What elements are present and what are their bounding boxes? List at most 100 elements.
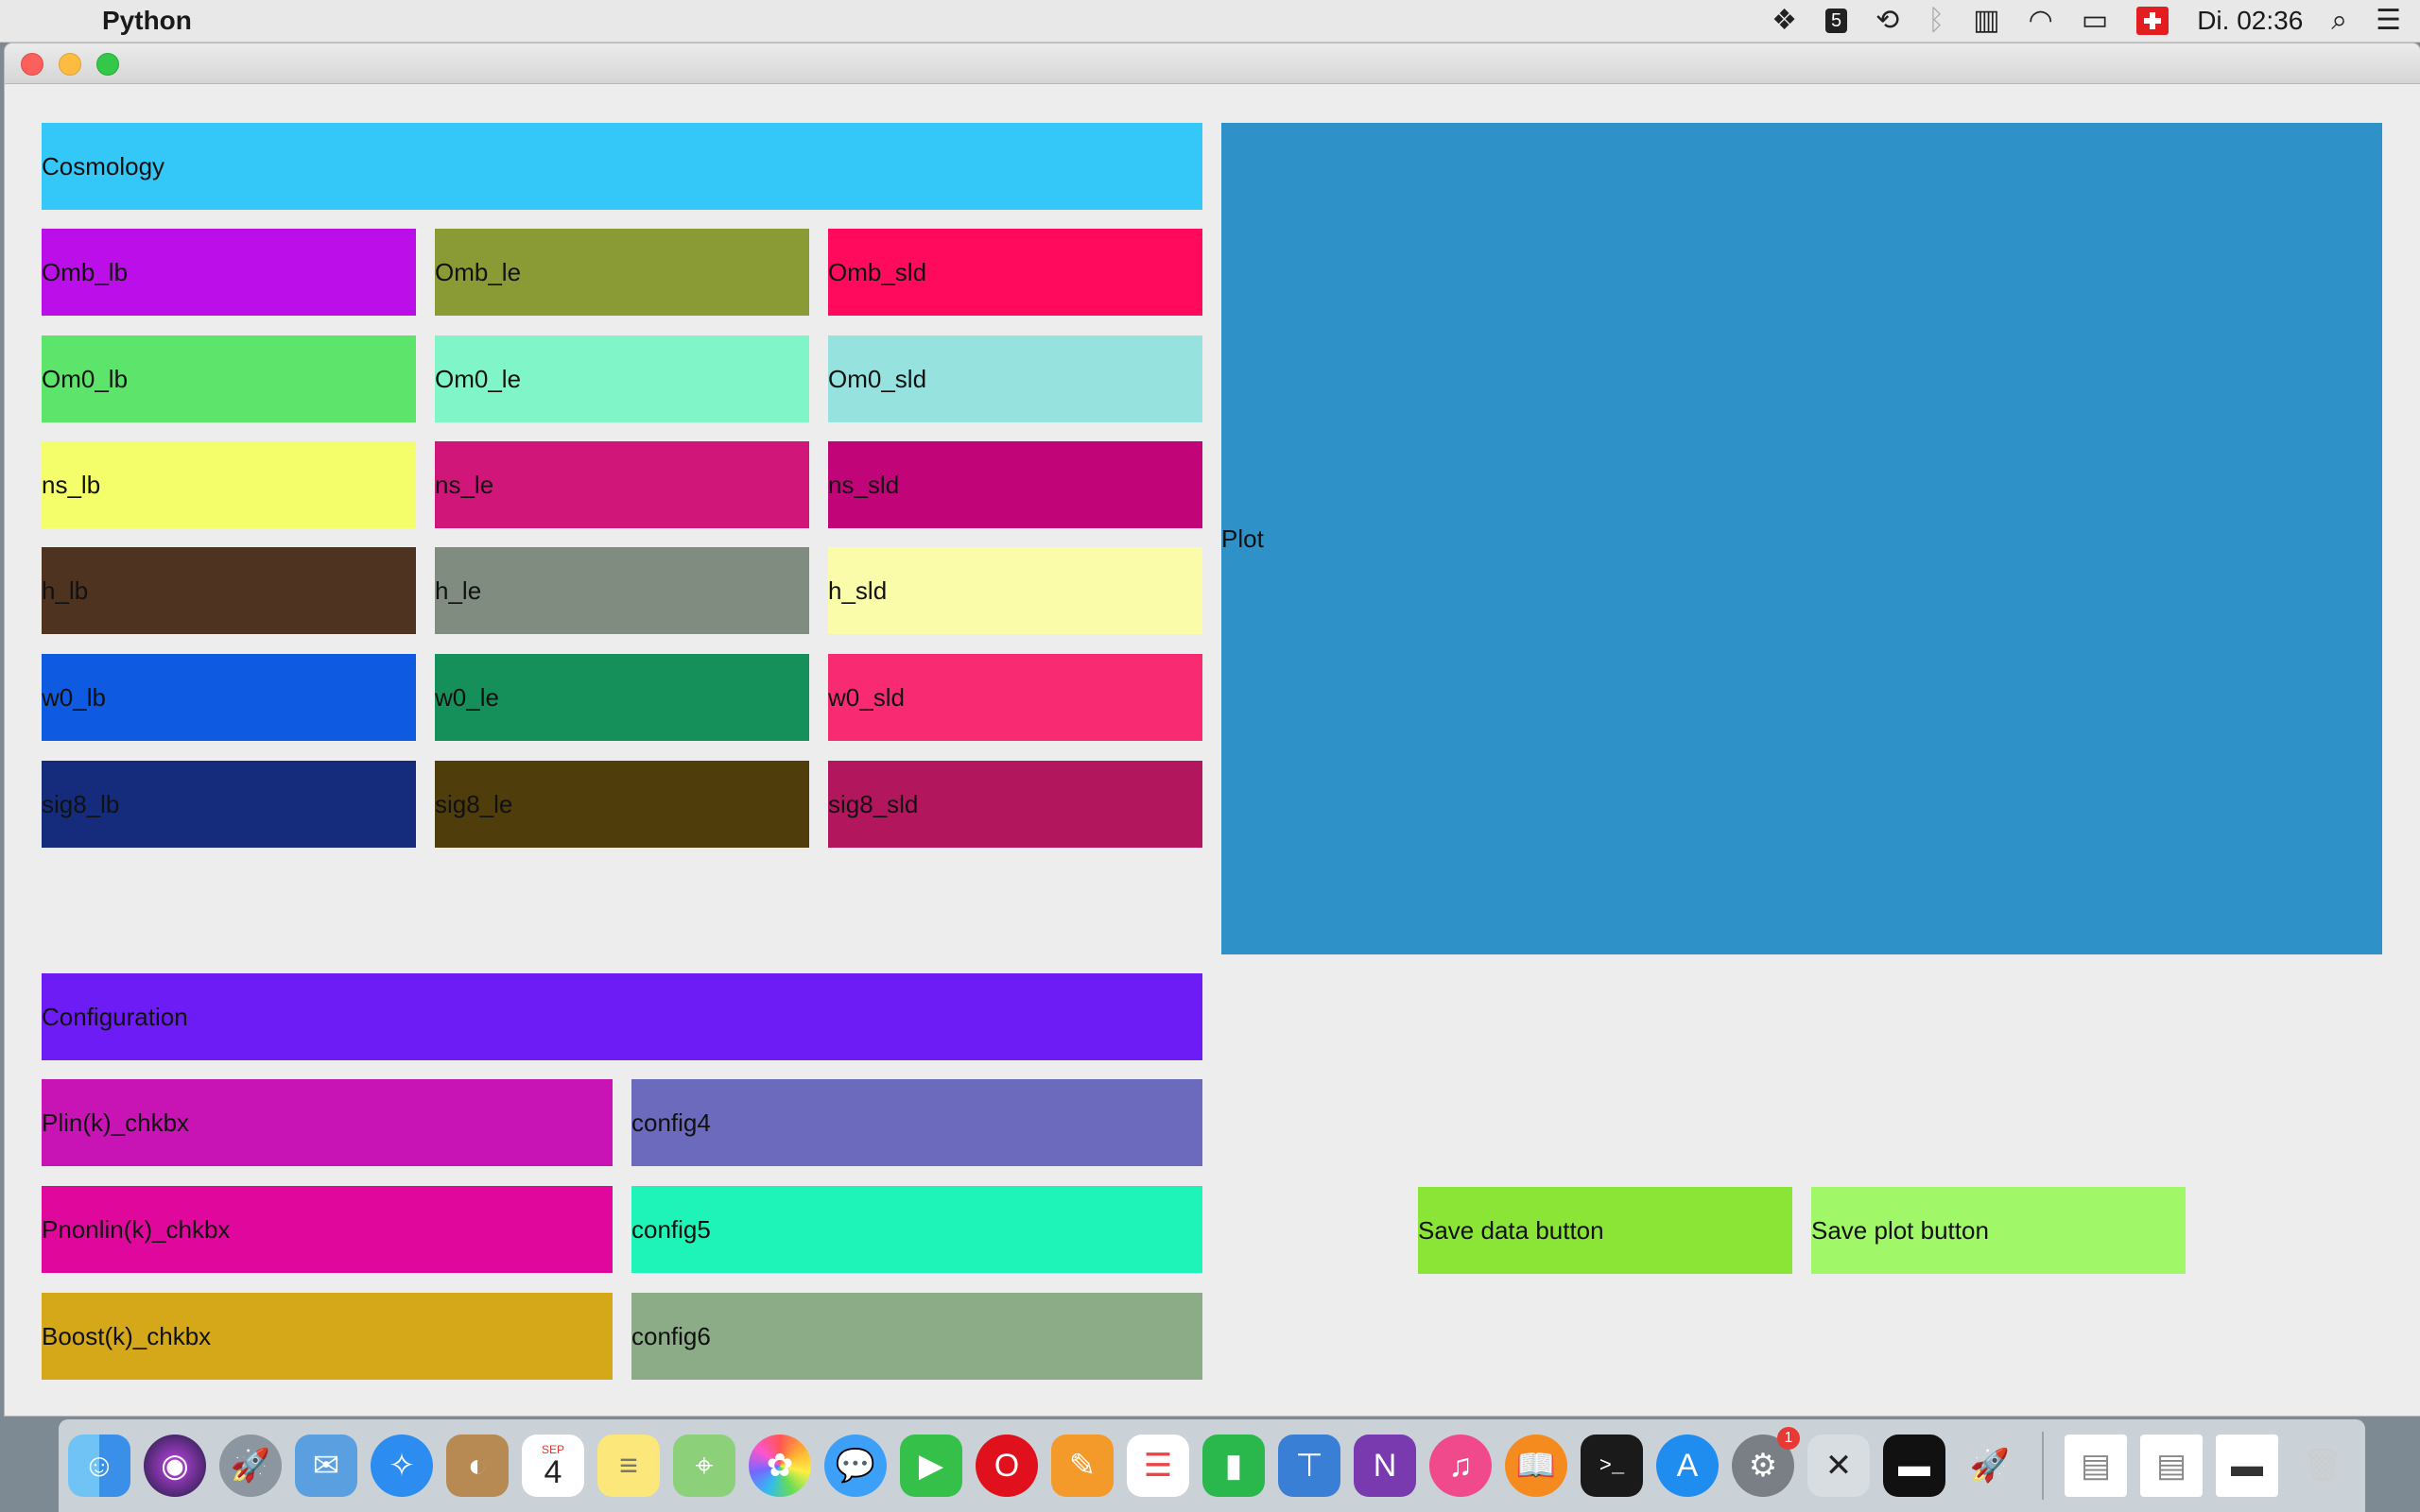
title-bar[interactable] [5,43,2420,84]
dropbox-icon[interactable]: ❖ [1772,0,1797,42]
document-1-icon[interactable]: ▤ [2065,1435,2127,1497]
param-h-le[interactable]: h_le [435,547,809,634]
system-preferences-badge: 1 [1777,1427,1800,1450]
python-rocket-icon[interactable]: 🚀 [1959,1435,2021,1497]
plot-area[interactable]: Plot [1221,123,2382,954]
param-w0-lb: w0_lb [42,654,416,741]
document-2-icon[interactable]: ▤ [2140,1435,2203,1497]
terminal-icon[interactable]: >_ [1581,1435,1643,1497]
param-label: w0_lb [42,682,106,712]
save-data-button-label: Save data button [1418,1215,1604,1245]
menu-list-icon[interactable]: ☰ [2376,0,2401,42]
param-sig8-lb: sig8_lb [42,761,416,848]
config-label: config4 [631,1108,711,1137]
param-h-sld[interactable]: h_sld [828,547,1202,634]
param-omb-sld[interactable]: Omb_sld [828,229,1202,316]
param-label: sig8_sld [828,789,919,818]
param-ns-sld[interactable]: ns_sld [828,441,1202,528]
param-w0-le[interactable]: w0_le [435,654,809,741]
config-config6[interactable]: config6 [631,1293,1202,1380]
app-menu-name[interactable]: Python [102,6,192,36]
param-label: Om0_lb [42,364,129,393]
search-icon[interactable]: ⌕ [2331,0,2347,42]
finder-icon[interactable]: ☺ [68,1435,130,1497]
param-omb-lb: Omb_lb [42,229,416,316]
notes-icon[interactable]: ≡ [597,1435,660,1497]
config-label: Pnonlin(k)_chkbx [42,1214,231,1244]
opera-icon[interactable]: O [976,1435,1038,1497]
battery-box-icon[interactable]: ▥ [1973,0,1999,42]
reminders-icon[interactable]: ☰ [1127,1435,1189,1497]
python-window: Cosmology Omb_lb Omb_le Omb_sld Om0_lb Om0_l… [5,43,2420,1416]
param-omb-le[interactable]: Omb_le [435,229,809,316]
config-plin-k-chkbx[interactable]: Plin(k)_chkbx [42,1079,613,1166]
launchpad-icon[interactable]: 🚀 [219,1435,282,1497]
save-plot-button-label: Save plot button [1811,1215,1989,1245]
keynote-icon[interactable]: ⊤ [1278,1435,1340,1497]
dock-separator [2042,1432,2044,1500]
ibooks-icon[interactable]: 📖 [1505,1435,1567,1497]
pages-icon[interactable]: ✎ [1051,1435,1114,1497]
onenote-icon[interactable]: N [1354,1435,1416,1497]
config-label: Plin(k)_chkbx [42,1108,190,1137]
param-label: ns_lb [42,470,101,499]
config-label: Boost(k)_chkbx [42,1321,212,1350]
config-boost-k-chkbx[interactable]: Boost(k)_chkbx [42,1293,613,1380]
mail-icon[interactable]: ✉ [295,1435,357,1497]
time-machine-icon[interactable]: ⟲ [1876,0,1899,42]
config-config5[interactable]: config5 [631,1186,1202,1273]
zoom-button[interactable] [96,53,119,76]
status-area: ❖ 5 ⟲ ᛒ ▥ ◠ ▭ Di. 02:36 ⌕ ☰ [1772,0,2401,42]
numbers-icon[interactable]: ▮ [1202,1435,1265,1497]
xquartz-icon[interactable]: ✕ [1807,1435,1870,1497]
save-data-button[interactable]: Save data button [1418,1187,1792,1274]
param-label: Omb_sld [828,257,927,286]
facetime-icon[interactable]: ▶ [900,1435,962,1497]
contacts-icon[interactable]: ◐ [446,1435,509,1497]
close-button[interactable] [21,53,43,76]
photos-icon[interactable]: ✿ [749,1435,811,1497]
param-label: Omb_lb [42,257,129,286]
safari-icon[interactable]: ✧ [371,1435,433,1497]
param-label: h_sld [828,576,888,605]
calendar-icon[interactable]: SEP 4 [522,1435,584,1497]
param-om0-le[interactable]: Om0_le [435,335,809,422]
menu-bar: Python ❖ 5 ⟲ ᛒ ▥ ◠ ▭ Di. 02:36 ⌕ ☰ [0,0,2420,43]
save-plot-button[interactable]: Save plot button [1811,1187,2186,1274]
param-ns-lb: ns_lb [42,441,416,528]
swiss-flag-icon[interactable] [2136,7,2169,35]
app-store-icon[interactable]: A [1656,1435,1719,1497]
param-sig8-le[interactable]: sig8_le [435,761,809,848]
itunes-icon[interactable]: ♫ [1429,1435,1492,1497]
maps-icon[interactable]: ⌖ [673,1435,735,1497]
calendar-day: 4 [544,1454,562,1490]
param-label: ns_le [435,470,494,499]
battery-icon[interactable]: ▭ [2082,0,2108,42]
preview-screen-icon[interactable]: ▬ [1883,1435,1945,1497]
config-pnonlin-k-chkbx[interactable]: Pnonlin(k)_chkbx [42,1186,613,1273]
clock[interactable]: Di. 02:36 [2197,6,2303,36]
param-om0-lb: Om0_lb [42,335,416,422]
badge-5-icon[interactable]: 5 [1825,9,1848,33]
param-label: sig8_lb [42,789,120,818]
trash-icon[interactable]: 🗑 [2291,1435,2354,1497]
plot-label: Plot [1221,524,1264,553]
config-config4[interactable]: config4 [631,1079,1202,1166]
param-sig8-sld[interactable]: sig8_sld [828,761,1202,848]
param-ns-le[interactable]: ns_le [435,441,809,528]
bluetooth-icon[interactable]: ᛒ [1927,0,1945,42]
cosmology-header-label: Cosmology [42,151,165,180]
document-3-icon[interactable]: ▬ [2216,1435,2278,1497]
param-w0-sld[interactable]: w0_sld [828,654,1202,741]
param-label: h_lb [42,576,89,605]
system-preferences-icon[interactable]: ⚙ 1 [1732,1427,1800,1497]
param-om0-sld[interactable]: Om0_sld [828,335,1202,422]
minimize-button[interactable] [59,53,81,76]
wifi-icon[interactable]: ◠ [2029,0,2053,42]
dock: ☺ ◉ 🚀 ✉ ✧ ◐ SEP 4 ≡ ⌖ ✿ 💬 ▶ O ✎ ☰ ▮ ⊤ N … [59,1419,2365,1512]
config-label: config6 [631,1321,711,1350]
param-label: w0_sld [828,682,905,712]
configuration-header: Configuration [42,973,1202,1060]
messages-icon[interactable]: 💬 [824,1435,887,1497]
siri-icon[interactable]: ◉ [144,1435,206,1497]
